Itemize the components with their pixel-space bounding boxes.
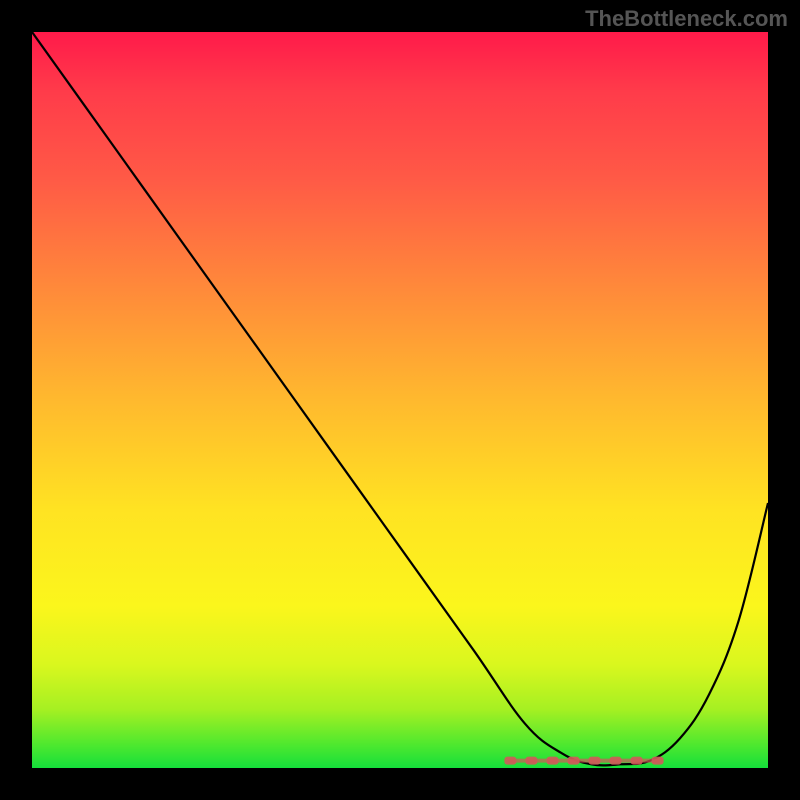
- chart-stage: TheBottleneck.com: [0, 0, 800, 800]
- watermark-label: TheBottleneck.com: [585, 6, 788, 32]
- gradient-plot-area: [32, 32, 768, 768]
